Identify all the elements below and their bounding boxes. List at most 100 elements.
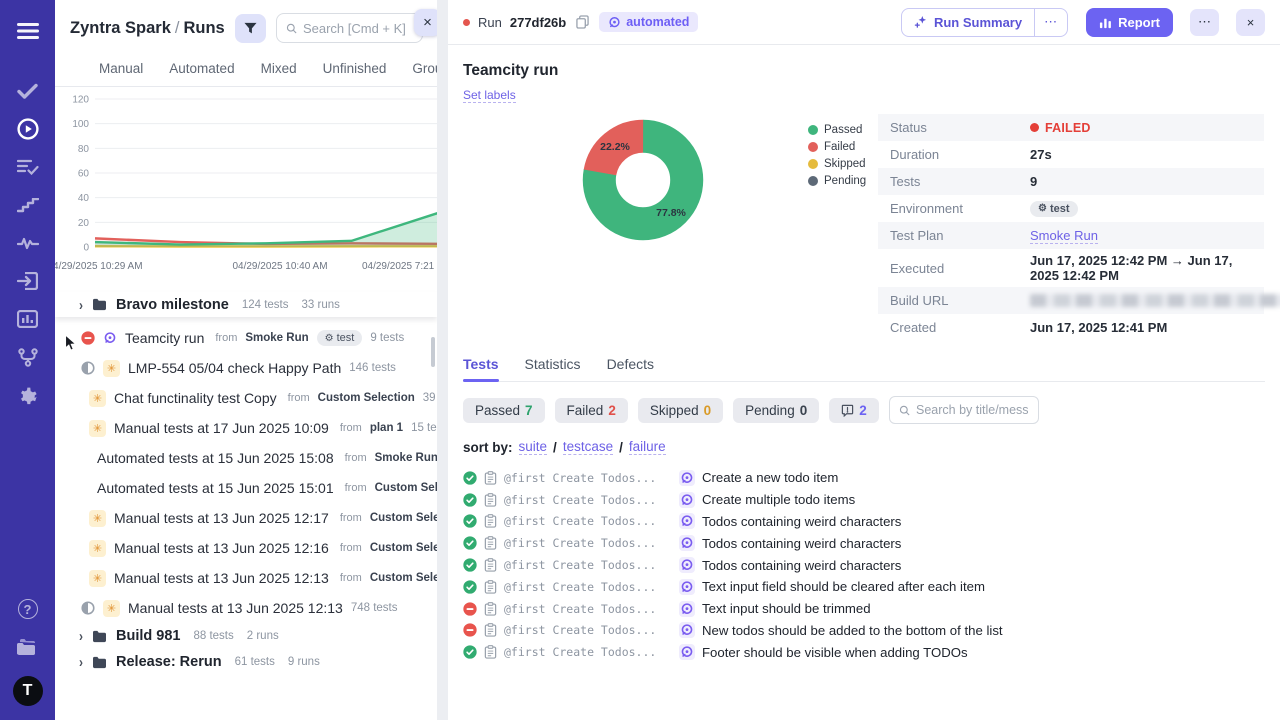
projects-icon[interactable] <box>0 628 55 666</box>
breadcrumb-section: Runs <box>183 18 225 37</box>
milestones-icon[interactable] <box>0 186 55 224</box>
run-row[interactable]: ✳ Chat functinality test Copy from Custom … <box>55 383 437 413</box>
automated-test-chip <box>679 513 695 530</box>
legend-label: Pending <box>824 175 867 187</box>
detail-more-button[interactable]: ⋯ <box>1190 8 1219 36</box>
folder-row[interactable]: › Build 981 88 tests 2 runs <box>55 623 437 649</box>
runs-search-input[interactable] <box>302 20 413 36</box>
report-button[interactable]: Report <box>1086 7 1173 37</box>
sort-option-suite[interactable]: suite <box>518 439 548 455</box>
sort-option-testcase[interactable]: testcase <box>562 439 614 455</box>
runs-filter-tab[interactable]: Groups <box>412 61 437 76</box>
run-row[interactable]: ✳ Manual tests at 13 Jun 2025 12:13 748 t… <box>55 593 437 623</box>
folder-runs-count: 33 runs <box>301 298 340 311</box>
run-plan-name: Smoke Run <box>245 332 309 344</box>
folder-row[interactable]: › Bravo milestone 124 tests 33 runs <box>55 292 437 317</box>
set-labels-link[interactable]: Set labels <box>463 88 516 103</box>
run-row[interactable]: ✳ Manual tests at 13 Jun 2025 12:17 from C… <box>55 503 437 533</box>
filter-pill-skipped[interactable]: Skipped 0 <box>637 397 724 423</box>
run-title: Automated tests at 15 Jun 2025 15:01 <box>97 480 334 496</box>
tests-icon[interactable] <box>0 72 55 110</box>
workspace-logo[interactable]: T <box>12 676 43 706</box>
svg-text:100: 100 <box>72 119 89 130</box>
branches-icon[interactable] <box>0 338 55 376</box>
runs-filter-tab[interactable]: Automated <box>169 61 234 76</box>
scrollbar-thumb[interactable] <box>431 337 435 367</box>
run-row[interactable]: ✳ Manual tests at 13 Jun 2025 12:16 from C… <box>55 533 437 563</box>
filter-pill-pending[interactable]: Pending 0 <box>733 397 820 423</box>
run-info-table: Status FAILED Duration 27s Tests 9 Environm… <box>878 114 1280 341</box>
automated-icon <box>681 494 693 505</box>
run-title: Chat functinality test Copy <box>114 390 277 406</box>
runs-search[interactable] <box>275 13 423 43</box>
comments-icon <box>842 404 854 417</box>
settings-icon[interactable] <box>0 376 55 414</box>
runs-filter-tab[interactable]: Unfinished <box>323 61 387 76</box>
tab-statistics[interactable]: Statistics <box>525 356 581 381</box>
runs-icon[interactable] <box>0 110 55 148</box>
manual-run-icon: ✳ <box>89 509 106 527</box>
chevron-right-icon[interactable]: › <box>79 654 83 671</box>
test-row[interactable]: @first Create Todos... Todos containing … <box>463 511 1265 533</box>
run-summary-more-button[interactable]: ⋯ <box>1034 8 1067 36</box>
filter-pill-comment[interactable]: 2 <box>829 397 879 423</box>
run-summary-button[interactable]: Run Summary <box>902 9 1034 36</box>
test-row[interactable]: @first Create Todos... Todos containing … <box>463 532 1265 554</box>
run-row[interactable]: ✳ Manual tests at 13 Jun 2025 12:13 from C… <box>55 563 437 593</box>
passed-icon <box>463 471 477 485</box>
runs-filter-tab[interactable]: Manual <box>99 61 143 76</box>
test-plan-link[interactable]: Smoke Run <box>1030 228 1098 244</box>
build-url-value <box>1030 294 1280 307</box>
run-row[interactable]: ✳ Manual tests at 17 Jun 2025 10:09 from p… <box>55 413 437 443</box>
runs-filter-tab[interactable]: Mixed <box>261 61 297 76</box>
close-panel-button[interactable]: × <box>414 9 437 36</box>
run-plan-name: Custom Selection <box>317 392 415 404</box>
info-label: Environment <box>890 201 963 216</box>
automated-test-chip <box>679 557 695 574</box>
result-filter-pills: Passed 7 Failed 2 Skipped 0 Pending 0 2 <box>463 396 1265 424</box>
folder-icon <box>93 298 106 311</box>
filter-button[interactable] <box>234 13 266 43</box>
filter-pill-passed[interactable]: Passed 7 <box>463 397 545 423</box>
test-plans-icon[interactable] <box>0 148 55 186</box>
copy-run-id-button[interactable] <box>576 15 589 29</box>
run-plan-name: Custom Selection <box>369 542 437 554</box>
test-row[interactable]: @first Create Todos... Text input field … <box>463 576 1265 598</box>
tests-search-input[interactable] <box>916 403 1029 417</box>
filter-pill-failed[interactable]: Failed 2 <box>554 397 628 423</box>
donut-legend: Passed Failed Skipped Pending <box>808 124 866 192</box>
sort-option-failure[interactable]: failure <box>628 439 666 455</box>
tests-search[interactable] <box>888 396 1039 424</box>
run-row[interactable]: Automated tests at 15 Jun 2025 15:08 from… <box>55 443 437 473</box>
unfinished-icon <box>81 361 95 375</box>
panel-gap <box>437 0 448 720</box>
test-row[interactable]: @first Create Todos... New todos should … <box>463 620 1265 642</box>
tab-tests[interactable]: Tests <box>463 356 499 382</box>
help-icon[interactable]: ? <box>0 590 55 628</box>
test-row[interactable]: @first Create Todos... Footer should be … <box>463 641 1265 663</box>
run-detail-panel: Run 277df26b automated Run Summary ⋯ Rep… <box>448 0 1280 720</box>
run-row[interactable]: Teamcity run from Smoke Run ⚙ test 9 tests <box>55 323 437 353</box>
run-plan-name: Custom Selection <box>374 482 437 494</box>
breadcrumb-project[interactable]: Zyntra Spark <box>70 19 171 37</box>
test-row[interactable]: @first Create Todos... Text input should… <box>463 598 1265 620</box>
automated-badge[interactable]: automated <box>599 12 699 32</box>
import-icon[interactable] <box>0 262 55 300</box>
run-row[interactable]: Automated tests at 15 Jun 2025 15:01 from… <box>55 473 437 503</box>
detail-close-button[interactable]: × <box>1236 8 1265 36</box>
analytics-icon[interactable] <box>0 300 55 338</box>
test-row[interactable]: @first Create Todos... Create multiple t… <box>463 489 1265 511</box>
run-row[interactable]: ✳ LMP-554 05/04 check Happy Path 146 test… <box>55 353 437 383</box>
test-row[interactable]: @first Create Todos... Create a new todo… <box>463 467 1265 489</box>
passed-icon <box>463 514 477 529</box>
tab-defects[interactable]: Defects <box>607 356 654 381</box>
folder-row[interactable]: › Release: Rerun 61 tests 9 runs <box>55 649 437 675</box>
passed-icon <box>463 558 477 572</box>
test-row[interactable]: @first Create Todos... Todos containing … <box>463 554 1265 576</box>
menu-icon[interactable] <box>0 12 55 50</box>
pulse-icon[interactable] <box>0 224 55 262</box>
chevron-right-icon[interactable]: › <box>79 296 83 313</box>
chevron-right-icon[interactable]: › <box>79 628 83 645</box>
folder-tests-count: 88 tests <box>193 630 234 642</box>
info-label: Tests <box>890 174 921 189</box>
